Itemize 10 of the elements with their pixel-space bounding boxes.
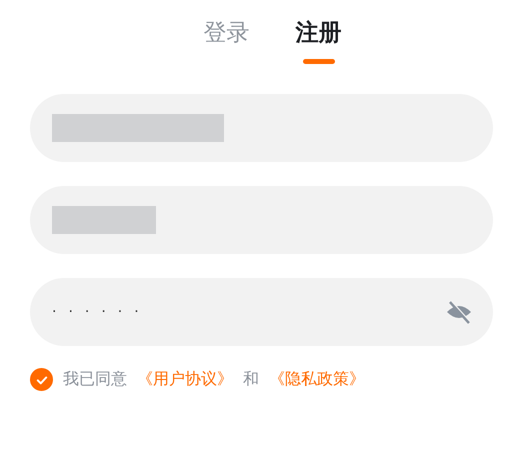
agreement-link[interactable]: 《隐私政策》: [269, 369, 365, 390]
tab[interactable]: 注册: [296, 18, 342, 64]
agreement-link[interactable]: 《用户协议》: [137, 369, 233, 390]
tab[interactable]: 登录: [204, 18, 250, 64]
agree-checkbox[interactable]: [30, 368, 53, 391]
password-value: ······: [52, 304, 152, 320]
eye-off-icon[interactable]: [445, 298, 473, 326]
agreement-text: 我已同意: [63, 369, 127, 390]
password-field[interactable]: ······: [30, 278, 493, 346]
agreement-text: 和: [243, 369, 259, 390]
